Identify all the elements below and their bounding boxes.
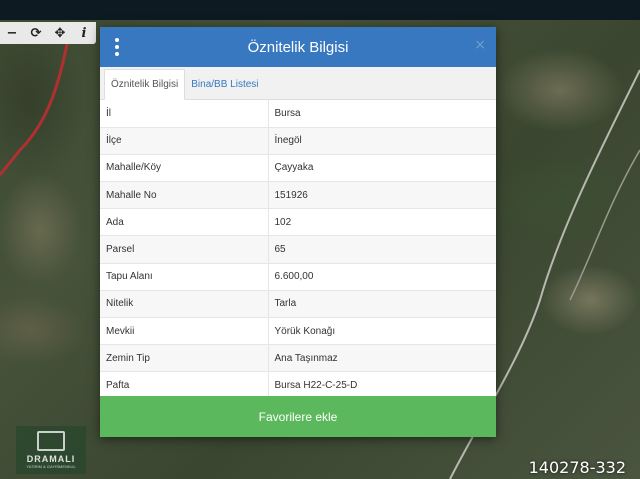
map-toolbar: − ⟳ ✥ i <box>0 22 96 44</box>
tab-bar: Öznitelik Bilgisi Bina/BB Listesi <box>100 67 496 100</box>
row-key: Parsel <box>100 235 269 264</box>
tab-building-list[interactable]: Bina/BB Listesi <box>185 69 264 99</box>
listing-id: 140278-332 <box>528 458 626 477</box>
row-value: 151926 <box>268 181 496 210</box>
table-row: İlçe İnegöl <box>100 127 496 155</box>
dialog-header: Öznitelik Bilgisi × <box>100 27 496 67</box>
tab-attribute-info[interactable]: Öznitelik Bilgisi <box>104 69 186 100</box>
row-key: Mevkii <box>100 317 269 346</box>
row-value: 65 <box>268 235 496 264</box>
row-value: Tarla <box>268 290 496 319</box>
row-value: Bursa H22-C-25-D <box>268 371 496 400</box>
add-favorite-button[interactable]: Favorilere ekle <box>100 396 496 437</box>
row-key: Nitelik <box>100 290 269 319</box>
row-value: Yörük Konağı <box>268 317 496 346</box>
company-logo: DRAMALI YATIRIM & GAYRİMENKUL <box>16 426 86 474</box>
table-row: Ada 102 <box>100 208 496 237</box>
table-row: İl Bursa <box>100 100 496 128</box>
table-row: Mahalle/Köy Çayyaka <box>100 154 496 183</box>
row-value: Çayyaka <box>268 154 496 183</box>
table-row: Mahalle No 151926 <box>100 181 496 210</box>
top-bar <box>0 0 640 20</box>
row-key: Mahalle No <box>100 181 269 210</box>
close-icon[interactable]: × <box>474 37 486 53</box>
row-value: Bursa <box>268 100 496 128</box>
white-road-line-2 <box>569 149 640 301</box>
row-key: Pafta <box>100 371 269 400</box>
refresh-icon[interactable]: ⟳ <box>24 22 48 44</box>
row-value: 6.600,00 <box>268 263 496 291</box>
table-row: Tapu Alanı 6.600,00 <box>100 263 496 291</box>
row-key: İlçe <box>100 127 269 155</box>
minus-icon[interactable]: − <box>0 22 24 44</box>
info-icon[interactable]: i <box>72 22 96 44</box>
table-row: Mevkii Yörük Konağı <box>100 317 496 346</box>
row-key: Zemin Tip <box>100 344 269 373</box>
row-key: Tapu Alanı <box>100 263 269 291</box>
row-value: 102 <box>268 208 496 237</box>
table-row: Pafta Bursa H22-C-25-D <box>100 371 496 400</box>
logo-mark-icon <box>37 431 65 451</box>
row-value: Ana Taşınmaz <box>268 344 496 373</box>
logo-text: DRAMALI <box>26 454 76 464</box>
move-icon[interactable]: ✥ <box>48 22 72 44</box>
attribute-dialog: Öznitelik Bilgisi × Öznitelik Bilgisi Bi… <box>100 27 496 437</box>
kebab-menu-icon[interactable] <box>114 38 120 56</box>
table-row: Zemin Tip Ana Taşınmaz <box>100 344 496 373</box>
row-key: Mahalle/Köy <box>100 154 269 183</box>
logo-subtext: YATIRIM & GAYRİMENKUL <box>26 464 76 469</box>
red-boundary-line <box>0 29 72 176</box>
row-key: İl <box>100 100 269 128</box>
attribute-table: İl Bursa İlçe İnegöl Mahalle/Köy Çayyaka Ma… <box>100 100 496 400</box>
row-key: Ada <box>100 208 269 237</box>
table-row: Nitelik Tarla <box>100 290 496 319</box>
table-row: Parsel 65 <box>100 235 496 264</box>
dialog-title: Öznitelik Bilgisi <box>247 38 349 56</box>
row-value: İnegöl <box>268 127 496 155</box>
